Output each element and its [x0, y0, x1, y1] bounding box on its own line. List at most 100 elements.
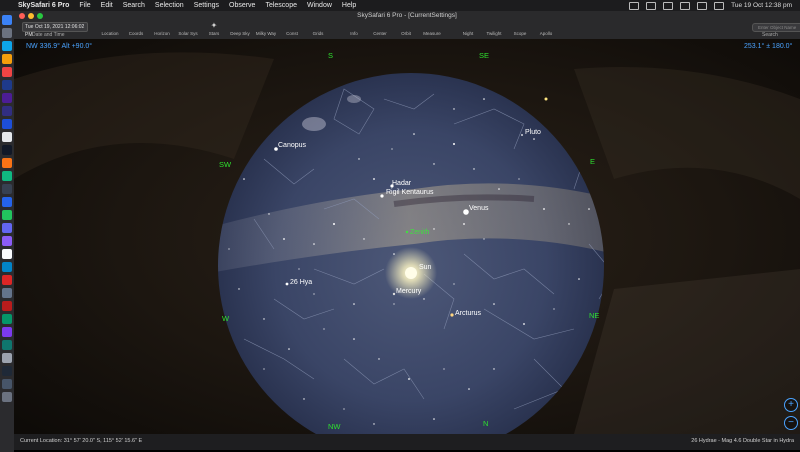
downloads-icon[interactable]: [2, 378, 12, 389]
lightroom-icon[interactable]: [2, 118, 12, 129]
tool-twilight[interactable]: Twilight: [482, 22, 506, 36]
26-hya-star[interactable]: [285, 282, 289, 286]
tool-center[interactable]: Center: [368, 22, 392, 36]
minimize-window-icon[interactable]: [28, 13, 34, 19]
close-window-icon[interactable]: [19, 13, 25, 19]
terminal-icon[interactable]: [2, 144, 12, 155]
tool-orbit[interactable]: Orbit: [394, 22, 418, 36]
dropbox-icon[interactable]: [629, 1, 640, 10]
notes-icon[interactable]: [2, 183, 12, 194]
tool-measure[interactable]: Measure: [420, 22, 444, 36]
tool-solar-sys[interactable]: Solar Sys: [176, 22, 200, 36]
tool-label: Coords: [128, 31, 144, 36]
numbers-icon[interactable]: [2, 339, 12, 350]
app-store-icon[interactable]: [2, 40, 12, 51]
solar-system-icon: [183, 22, 193, 30]
tool-milky-way[interactable]: Milky Way: [254, 22, 278, 36]
tool-stars[interactable]: ✦ Stars: [202, 22, 226, 37]
photoshop-icon[interactable]: [2, 79, 12, 90]
tool-apollo[interactable]: Apollo: [534, 22, 558, 36]
podcasts-icon[interactable]: [2, 326, 12, 337]
skysafari-icon[interactable]: [2, 196, 12, 207]
tool-label: Const: [286, 31, 298, 36]
menu-window[interactable]: Window: [307, 2, 332, 9]
activity-monitor-icon[interactable]: [2, 365, 12, 376]
sky-chart[interactable]: Canopus Pluto Hadar Rigil Kentaurus Venu…: [14, 39, 800, 434]
launchpad-icon[interactable]: [2, 27, 12, 38]
tool-location[interactable]: Location: [98, 22, 122, 36]
discord-icon[interactable]: [2, 222, 12, 233]
menu-help[interactable]: Help: [342, 2, 356, 9]
finder-icon[interactable]: [2, 14, 12, 25]
lmc-galaxy: [302, 117, 326, 131]
tool-night[interactable]: Night: [456, 22, 480, 36]
control-center-icon[interactable]: [714, 1, 725, 10]
photos-icon[interactable]: [2, 66, 12, 77]
zenith-marker[interactable]: [405, 230, 409, 234]
chrome-icon[interactable]: [2, 53, 12, 64]
media-encoder-icon[interactable]: [2, 105, 12, 116]
status-bar: Current Location: 31° 57' 20.0" S, 115° …: [14, 434, 800, 450]
tool-const[interactable]: Const: [280, 22, 304, 36]
direction-nw: NW: [328, 422, 341, 431]
pluto-planet[interactable]: [521, 134, 523, 136]
scope-icon: [515, 22, 525, 30]
menu-settings[interactable]: Settings: [194, 2, 219, 9]
selected-object-text[interactable]: 26 Hydrae - Mag 4.6 Double Star in Hydra: [691, 438, 794, 444]
direction-e: E: [590, 157, 595, 166]
rigil-kentaurus-star[interactable]: [380, 194, 384, 198]
tool-info[interactable]: Info: [342, 22, 366, 36]
maps-icon[interactable]: [2, 131, 12, 142]
whatsapp-icon[interactable]: [2, 209, 12, 220]
location-icon: [105, 22, 115, 30]
tool-grids[interactable]: Grids: [306, 22, 330, 36]
firefox-icon[interactable]: [2, 157, 12, 168]
menu-clock[interactable]: Tue 19 Oct 12:38 pm: [731, 2, 792, 9]
constellation-icon: [287, 22, 297, 30]
menu-search[interactable]: Search: [123, 2, 145, 9]
label-pluto: Pluto: [525, 129, 541, 136]
zoom-in-button[interactable]: +: [784, 398, 798, 412]
menu-app-name[interactable]: SkySafari 6 Pro: [18, 2, 69, 9]
mercury-planet[interactable]: [392, 292, 396, 296]
menu-telescope[interactable]: Telescope: [265, 2, 297, 9]
wifi-icon[interactable]: [663, 1, 674, 10]
menu-edit[interactable]: Edit: [101, 2, 113, 9]
sun-disk[interactable]: [405, 267, 417, 279]
venus-planet[interactable]: [463, 209, 469, 215]
direction-s: S: [328, 51, 333, 60]
calendar-icon[interactable]: [2, 248, 12, 259]
jupiter-planet[interactable]: [544, 97, 548, 101]
tool-scope[interactable]: Scope: [508, 22, 532, 36]
tool-deep-sky[interactable]: Deep Sky: [228, 22, 252, 36]
zoom-window-icon[interactable]: [37, 13, 43, 19]
menu-observe[interactable]: Observe: [229, 2, 255, 9]
trash-icon[interactable]: [2, 391, 12, 402]
sky-canvas[interactable]: Canopus Pluto Hadar Rigil Kentaurus Venu…: [14, 39, 800, 434]
zoom-out-button[interactable]: −: [784, 416, 798, 430]
preview-icon[interactable]: [2, 352, 12, 363]
view-coordinates-right: 253.1° ± 180.0°: [744, 43, 793, 50]
after-effects-icon[interactable]: [2, 92, 12, 103]
tool-horizon[interactable]: Horizon: [150, 22, 174, 36]
battery-icon[interactable]: [680, 1, 691, 10]
menu-file[interactable]: File: [79, 2, 90, 9]
object-search-input[interactable]: Enter Object Name: [752, 23, 800, 32]
arcturus-star[interactable]: [450, 313, 454, 317]
acrobat-icon[interactable]: [2, 300, 12, 311]
messages-icon[interactable]: [2, 170, 12, 181]
label-26-hya: 26 Hya: [290, 279, 312, 286]
spotlight-icon[interactable]: [697, 1, 708, 10]
menu-selection[interactable]: Selection: [155, 2, 184, 9]
music-icon[interactable]: [2, 274, 12, 285]
slack-icon[interactable]: [2, 235, 12, 246]
tool-coords[interactable]: Coords: [124, 22, 148, 36]
facetime-icon[interactable]: [2, 313, 12, 324]
tool-label: Horizon: [154, 31, 170, 36]
display-icon[interactable]: [646, 1, 657, 10]
center-icon: [375, 22, 385, 30]
system-prefs-icon[interactable]: [2, 287, 12, 298]
orbit-icon: [401, 22, 411, 30]
date-time-field[interactable]: Tue Oct 19, 2021 12:06:02 PM: [22, 22, 88, 38]
mail-icon[interactable]: [2, 261, 12, 272]
